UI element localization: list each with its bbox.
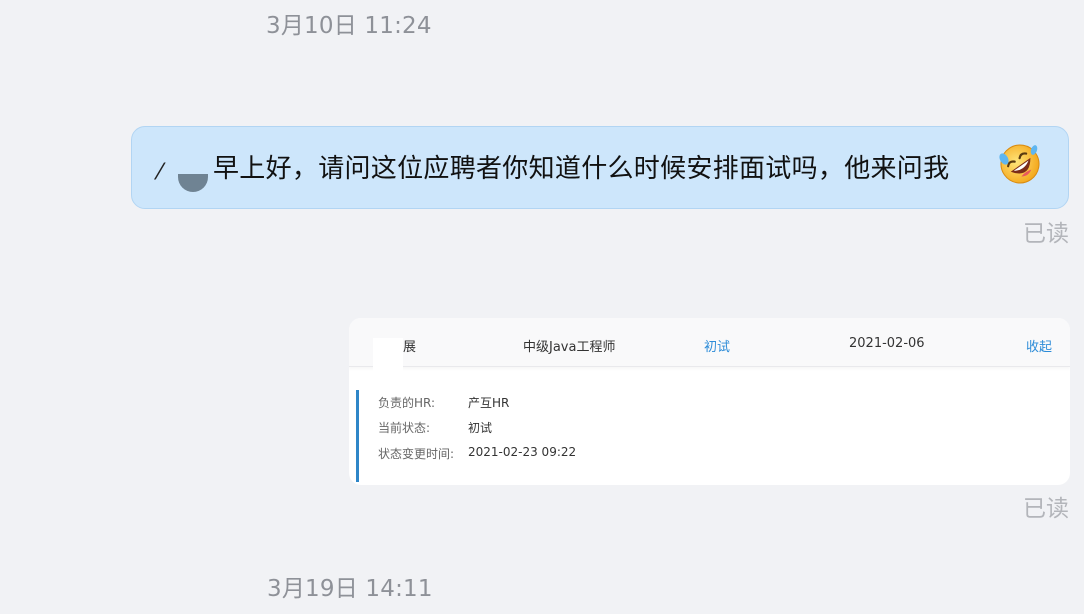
detail-value: 初试	[468, 421, 493, 435]
detail-label: 状态变更时间:	[378, 447, 455, 461]
chat-window: { "timestamps": ["3月10日 11:24", "3月19日 1…	[0, 0, 1084, 614]
detail-label: 负责的HR:	[378, 396, 436, 410]
mention-redacted: ⁄	[156, 150, 212, 192]
read-receipt: 已读	[1023, 496, 1069, 522]
candidate-name: 展	[403, 340, 417, 355]
card-accent-bar	[356, 390, 359, 482]
detail-row-status: 当前状态: 初试	[378, 419, 492, 436]
mention-fragment: ⁄	[158, 160, 162, 185]
timestamp: 3月19日 14:11	[267, 576, 433, 602]
candidate-position: 中级Java工程师	[523, 340, 616, 355]
detail-label: 当前状态:	[378, 421, 431, 435]
timestamp: 3月10日 11:24	[266, 13, 432, 39]
message-text: 早上好，请问这位应聘者你知道什么时候安排面试吗，他来问我	[213, 154, 950, 184]
detail-row-change-time: 状态变更时间: 2021-02-23 09:22	[378, 445, 576, 462]
rolling-on-floor-laughing-icon	[999, 144, 1040, 184]
detail-value: 产互HR	[468, 396, 510, 410]
candidate-stage: 初试	[704, 340, 731, 355]
name-redaction	[373, 338, 403, 394]
candidate-date: 2021-02-06	[849, 336, 925, 351]
candidate-card[interactable]: 展 中级Java工程师 初试 2021-02-06 收起 负责的HR: 产互HR…	[349, 318, 1070, 485]
detail-row-hr: 负责的HR: 产互HR	[378, 394, 509, 411]
detail-value: 2021-02-23 09:22	[468, 445, 577, 459]
read-receipt: 已读	[1023, 221, 1069, 247]
collapse-button[interactable]: 收起	[1026, 336, 1052, 355]
card-header: 展 中级Java工程师 初试 2021-02-06 收起	[349, 318, 1070, 367]
